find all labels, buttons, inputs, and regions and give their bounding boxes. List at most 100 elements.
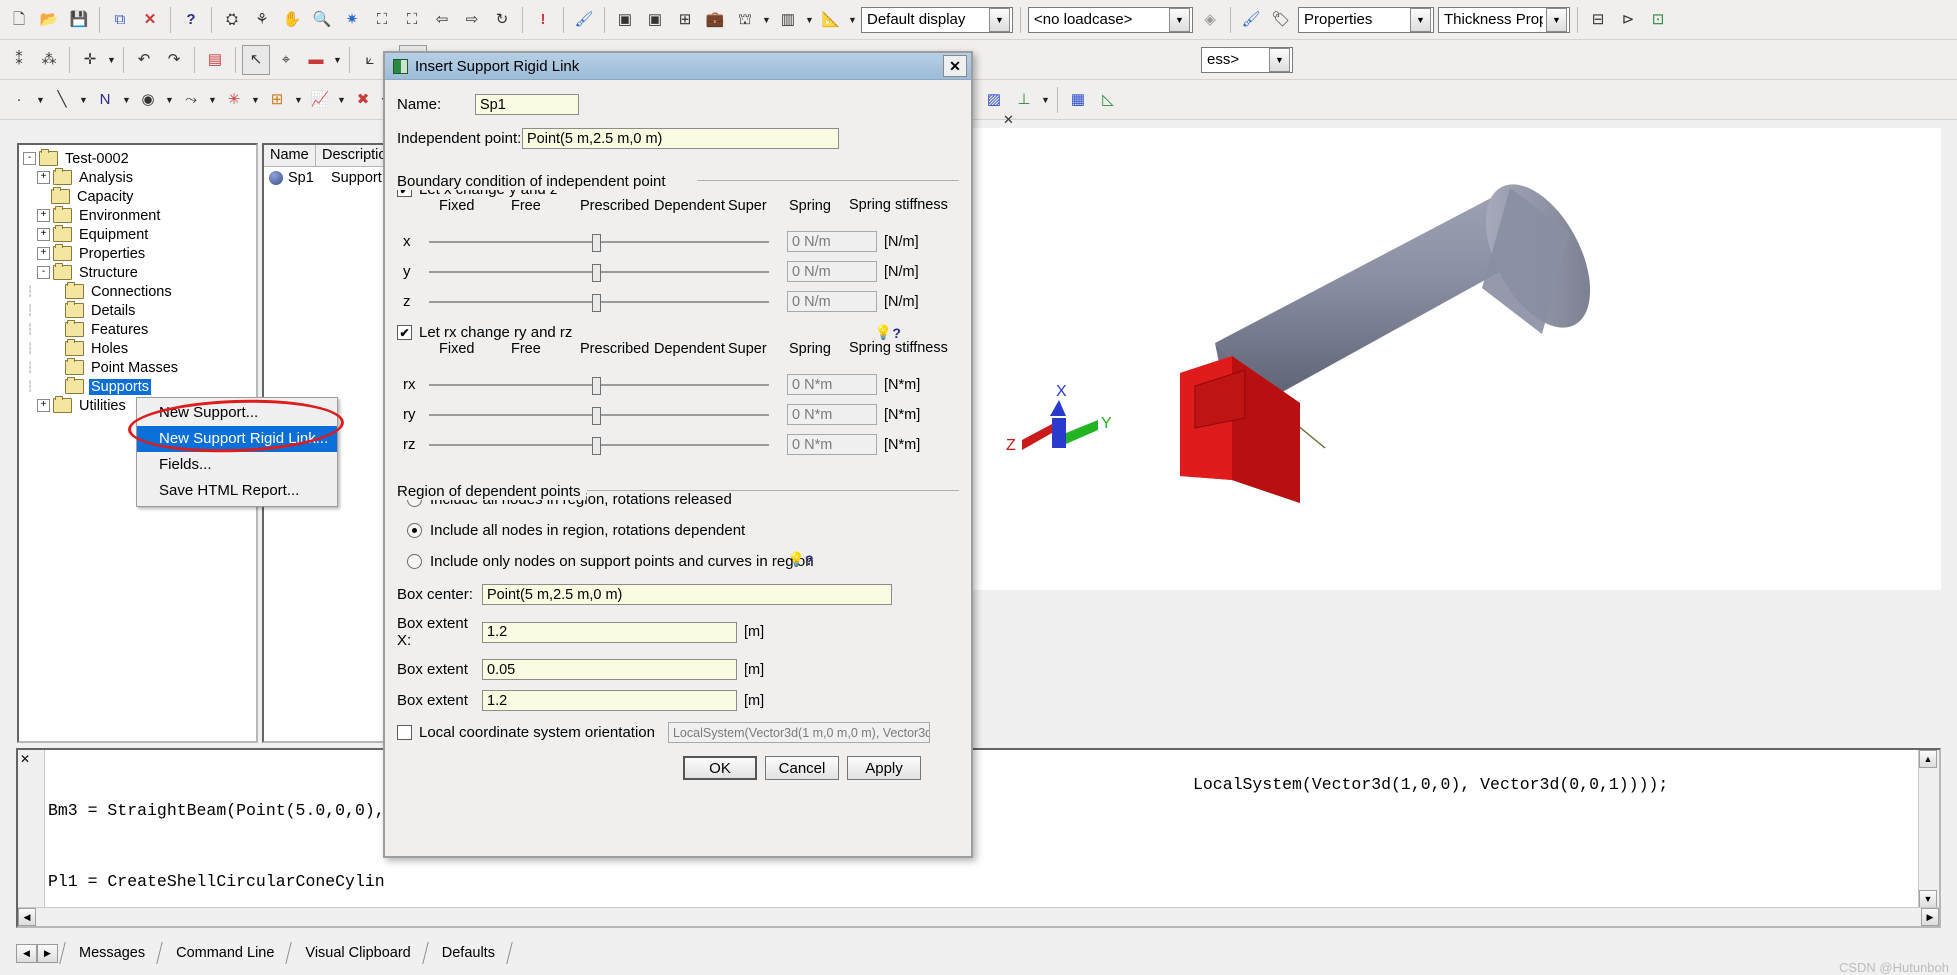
tree-expander-icon[interactable]: + bbox=[37, 399, 50, 412]
scroll-down-button[interactable]: ▼ bbox=[1919, 890, 1937, 908]
redo-arrow-icon[interactable]: ⇨ bbox=[458, 5, 486, 35]
arrow-select-icon[interactable]: ↖ bbox=[242, 44, 270, 75]
save-icon[interactable]: 💾 bbox=[65, 5, 93, 35]
box-extent-input[interactable]: 1.2 bbox=[482, 690, 737, 711]
tree-expander-icon[interactable]: - bbox=[23, 152, 36, 165]
table-icon[interactable]: ▤ bbox=[201, 45, 229, 75]
independent-point-input[interactable]: Point(5 m,2.5 m,0 m) bbox=[522, 128, 839, 149]
tab-next-button[interactable]: ▶ bbox=[37, 943, 58, 963]
column-icon[interactable]: ▥ bbox=[774, 5, 802, 35]
ruler-icon[interactable]: 📐 bbox=[817, 5, 845, 35]
scroll-left-button[interactable]: ◀ bbox=[18, 908, 36, 926]
tab-visual-clipboard[interactable]: Visual Clipboard bbox=[293, 943, 420, 963]
chevron-down-icon[interactable]: ▼ bbox=[331, 55, 344, 65]
insert-support-rigid-link-dialog[interactable]: Insert Support Rigid Link ✕ Name: Sp1 In… bbox=[383, 51, 973, 858]
slider-thumb[interactable] bbox=[592, 263, 602, 282]
table-view-icon[interactable]: ▦ bbox=[1064, 85, 1092, 115]
command-line-panel[interactable]: ✕ Bm3 = StraightBeam(Point(5.0,0,0), Pl1… bbox=[16, 748, 1941, 928]
ok-button[interactable]: OK bbox=[683, 756, 757, 780]
new-view-icon[interactable]: ⊡ bbox=[1644, 5, 1672, 35]
radio-button[interactable] bbox=[407, 554, 422, 569]
local-coordinate-system-checkbox[interactable] bbox=[397, 725, 412, 740]
tab-messages[interactable]: Messages bbox=[67, 943, 155, 963]
model-icon[interactable]: ⛫ bbox=[731, 5, 759, 35]
colorfill-icon[interactable]: ◈ bbox=[1196, 5, 1224, 35]
cancel-button[interactable]: Cancel bbox=[765, 756, 839, 780]
close-icon[interactable]: ✕ bbox=[20, 752, 30, 766]
copy-icon[interactable]: ⧉ bbox=[106, 5, 134, 35]
translation-stiffness-input-z[interactable]: 0 N/m bbox=[787, 291, 877, 312]
save-view-icon[interactable]: ⊟ bbox=[1584, 5, 1612, 35]
redo2-icon[interactable]: ↷ bbox=[160, 45, 188, 75]
properties-combo[interactable]: Properties ▼ bbox=[1298, 6, 1434, 33]
loadcase-combo[interactable]: <no loadcase> ▼ bbox=[1028, 6, 1193, 33]
line-icon[interactable]: ╲ bbox=[48, 85, 76, 115]
axis-icon[interactable]: ⟀ bbox=[356, 45, 384, 75]
zoom-icon[interactable]: 🔍 bbox=[308, 5, 336, 35]
vertical-scrollbar[interactable]: ▲ ▼ bbox=[1918, 750, 1939, 926]
region-option-2[interactable]: Include only nodes on support points and… bbox=[397, 553, 959, 570]
angle-icon[interactable]: ◺ bbox=[1094, 85, 1122, 115]
person-icon[interactable]: ⚘ bbox=[248, 5, 276, 35]
stress-combo[interactable]: ess> ▼ bbox=[1201, 46, 1293, 73]
box-extent-input[interactable]: 1.2 bbox=[482, 621, 737, 643]
view-flag-icon[interactable]: ⊳ bbox=[1614, 5, 1642, 35]
scroll-right-button[interactable]: ▶ bbox=[1921, 908, 1939, 926]
translation-slider-z[interactable] bbox=[429, 293, 769, 312]
brush-icon[interactable]: 🖌 bbox=[570, 5, 598, 35]
box-export-icon[interactable]: ▣ bbox=[641, 5, 669, 35]
close-icon[interactable]: ✕ bbox=[1003, 112, 1014, 128]
delete-icon[interactable]: ✕ bbox=[136, 5, 164, 35]
tab-defaults[interactable]: Defaults bbox=[430, 943, 505, 963]
tree-item-capacity[interactable]: Capacity bbox=[19, 187, 256, 206]
rotation-stiffness-input-rx[interactable]: 0 N*m bbox=[787, 374, 877, 395]
label-icon[interactable]: 🏷 bbox=[1267, 5, 1295, 35]
tree-item-properties[interactable]: + Properties bbox=[19, 244, 256, 263]
briefcase-icon[interactable]: 💼 bbox=[701, 5, 729, 35]
grid-icon[interactable]: ⊞ bbox=[263, 85, 291, 115]
chevron-down-icon[interactable]: ▼ bbox=[34, 95, 47, 105]
rotation-stiffness-input-ry[interactable]: 0 N*m bbox=[787, 404, 877, 425]
paint-brush-icon[interactable]: 🖌 bbox=[1237, 5, 1265, 35]
curve-icon[interactable]: N bbox=[91, 85, 119, 115]
display-mode-combo[interactable]: Default display ▼ bbox=[861, 6, 1013, 33]
chevron-down-icon[interactable]: ▼ bbox=[1039, 95, 1052, 105]
apply-button[interactable]: Apply bbox=[847, 756, 921, 780]
tab-prev-button[interactable]: ◀ bbox=[16, 943, 37, 963]
slider-thumb[interactable] bbox=[592, 233, 602, 252]
menu-item-fields[interactable]: Fields... bbox=[137, 452, 337, 478]
rotation-slider-ry[interactable] bbox=[429, 406, 769, 425]
help-question-icon[interactable]: 💡? bbox=[875, 324, 901, 341]
chevron-down-icon[interactable]: ▼ bbox=[292, 95, 305, 105]
chevron-down-icon[interactable]: ▼ bbox=[1410, 7, 1431, 32]
chevron-down-icon[interactable]: ▼ bbox=[120, 95, 133, 105]
tree-item-details[interactable]: ┆ Details bbox=[19, 301, 256, 320]
tab-command-line[interactable]: Command Line bbox=[164, 943, 284, 963]
chevron-down-icon[interactable]: ▼ bbox=[77, 95, 90, 105]
box-icon[interactable]: ▣ bbox=[611, 5, 639, 35]
snap-icon[interactable]: ⌖ bbox=[272, 45, 300, 75]
box-center-input[interactable]: Point(5 m,2.5 m,0 m) bbox=[482, 584, 892, 605]
chevron-down-icon[interactable]: ▼ bbox=[206, 95, 219, 105]
rotation-slider-rz[interactable] bbox=[429, 436, 769, 455]
rotation-stiffness-input-rz[interactable]: 0 N*m bbox=[787, 434, 877, 455]
slider-thumb[interactable] bbox=[592, 436, 602, 455]
chevron-down-icon[interactable]: ▼ bbox=[1269, 47, 1290, 72]
pan-hand-icon[interactable]: ✋ bbox=[278, 5, 306, 35]
translation-slider-x[interactable] bbox=[429, 233, 769, 252]
menu-item-new-support[interactable]: New Support... bbox=[137, 400, 337, 426]
globe-icon[interactable]: ✷ bbox=[338, 5, 366, 35]
slider-thumb[interactable] bbox=[592, 376, 602, 395]
tree-expander-icon[interactable]: + bbox=[37, 171, 50, 184]
undo2-icon[interactable]: ↶ bbox=[130, 45, 158, 75]
slider-thumb[interactable] bbox=[592, 293, 602, 312]
translation-stiffness-input-y[interactable]: 0 N/m bbox=[787, 261, 877, 282]
element-select-icon[interactable]: ⁂ bbox=[35, 45, 63, 75]
tree-item-test-0002[interactable]: - Test-0002 bbox=[19, 149, 256, 168]
warning-icon[interactable]: ! bbox=[529, 5, 557, 35]
menu-item-new-support-rigid-link[interactable]: New Support Rigid Link... bbox=[137, 426, 337, 452]
color-swatch-icon[interactable]: ▬ bbox=[302, 45, 330, 75]
chevron-down-icon[interactable]: ▼ bbox=[249, 95, 262, 105]
tree-expander-icon[interactable]: + bbox=[37, 247, 50, 260]
translation-slider-y[interactable] bbox=[429, 263, 769, 282]
